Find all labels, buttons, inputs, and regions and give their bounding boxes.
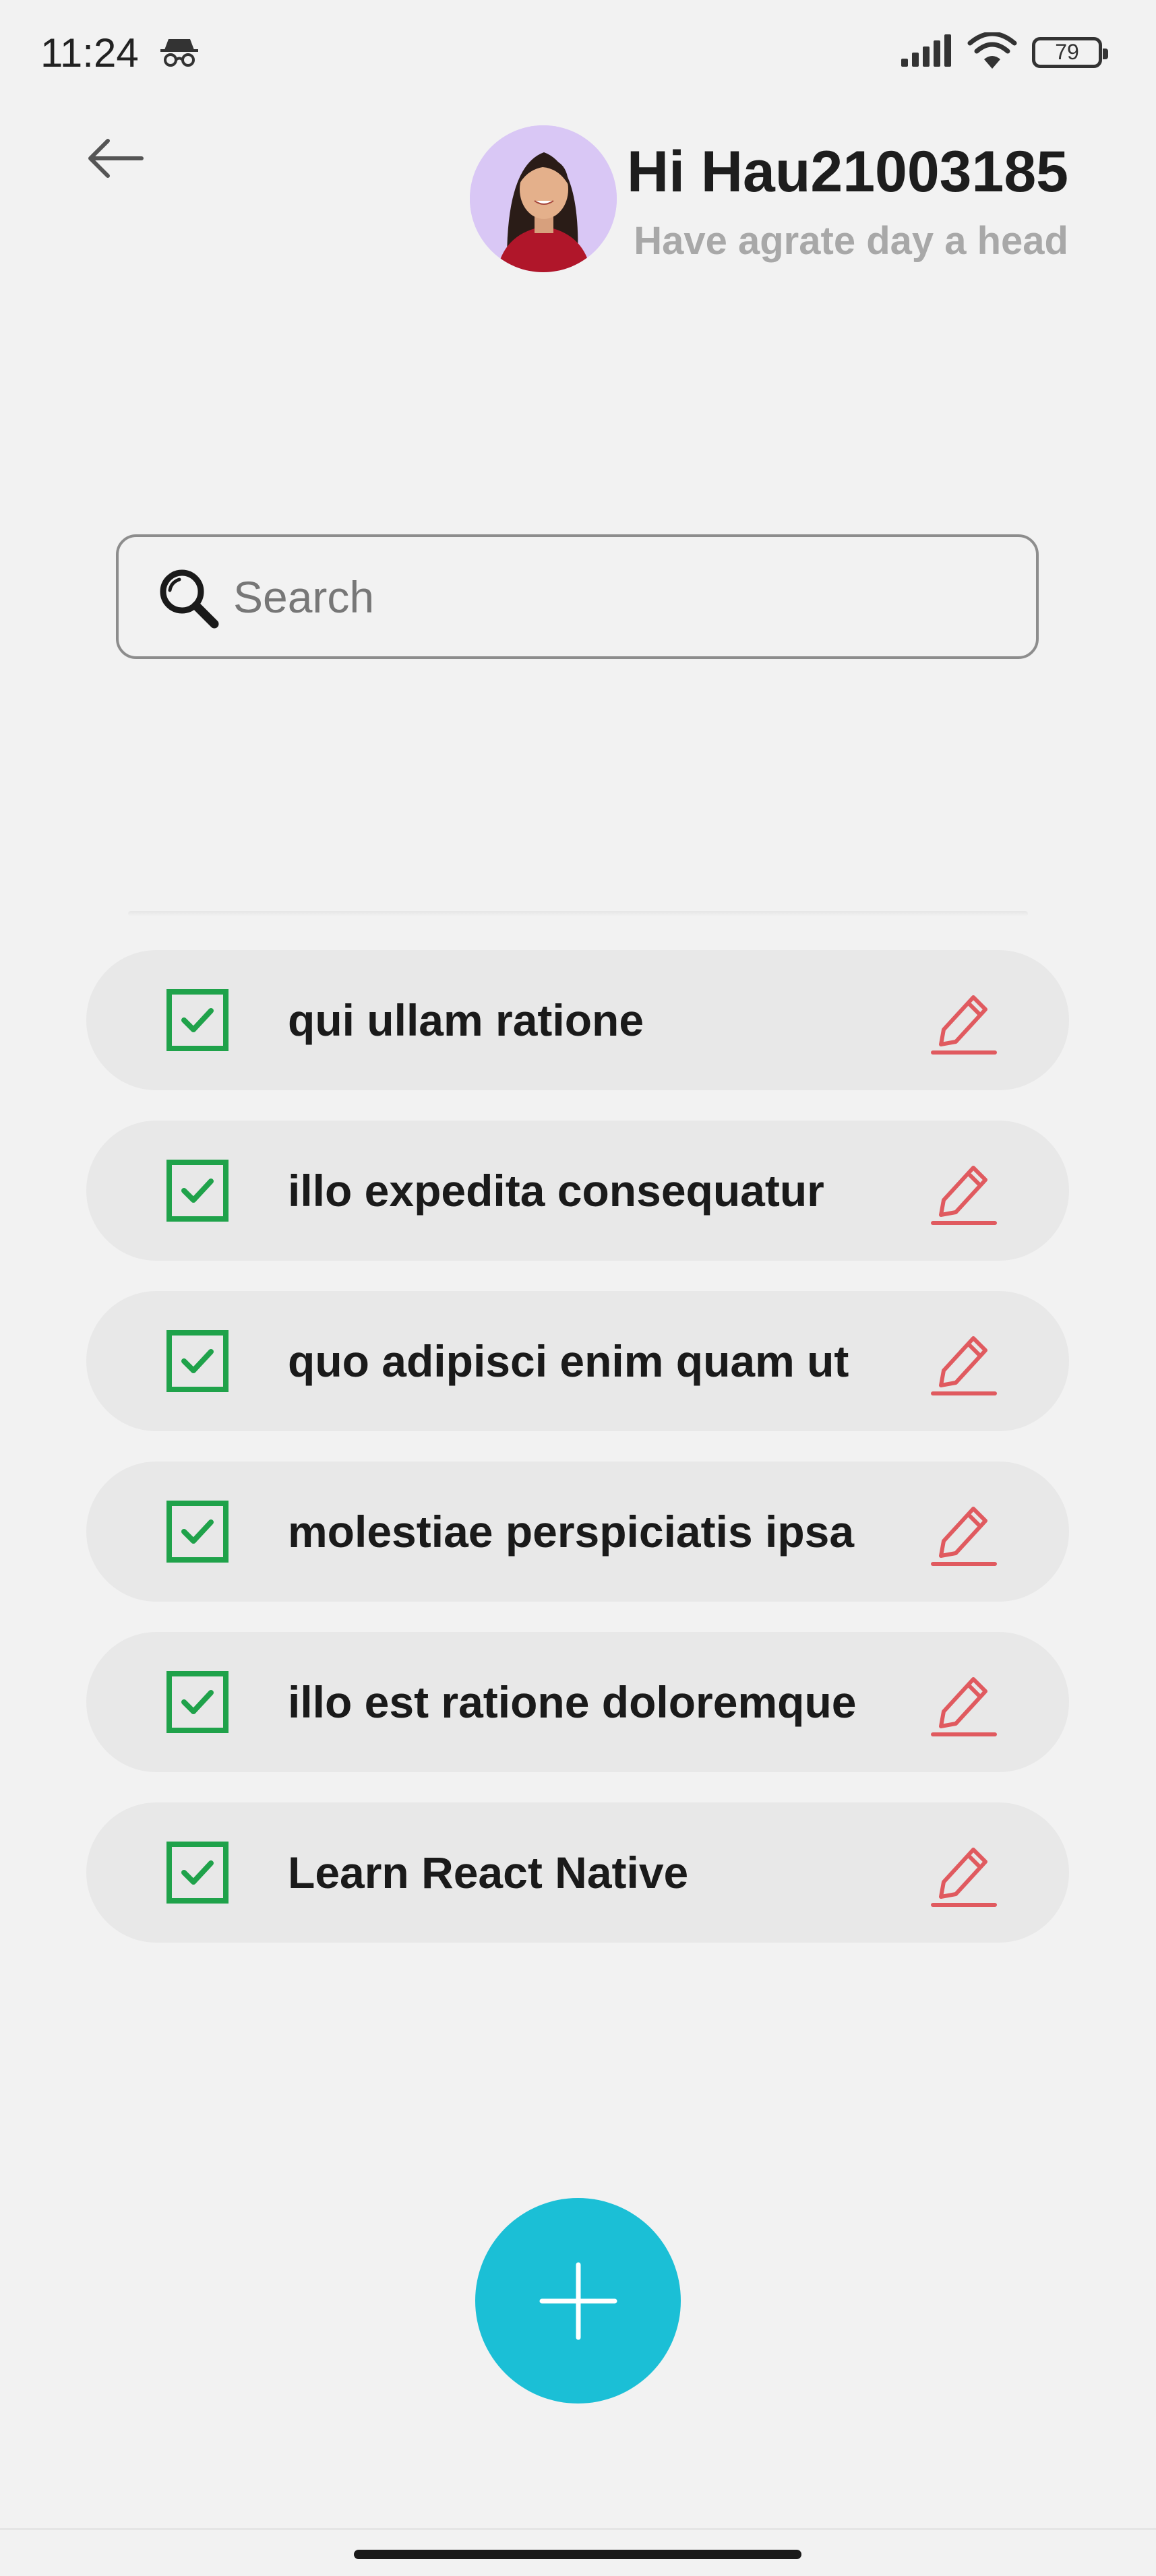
todo-label: illo est ratione doloremque	[288, 1677, 857, 1727]
list-item[interactable]: illo expedita consequatur	[86, 1121, 1069, 1261]
todo-label: molestiae perspiciatis ipsa	[288, 1507, 855, 1557]
edit-pencil-icon[interactable]	[929, 1494, 999, 1568]
todo-label: quo adipisci enim quam ut	[288, 1336, 849, 1386]
checkbox-checked-icon[interactable]	[164, 1157, 231, 1224]
edit-pencil-icon[interactable]	[929, 1323, 999, 1397]
todo-label: Learn React Native	[288, 1848, 689, 1897]
list-item[interactable]: molestiae perspiciatis ipsa	[86, 1462, 1069, 1602]
status-time: 11:24	[40, 30, 139, 75]
list-item[interactable]: qui ullam ratione	[86, 950, 1069, 1090]
battery-icon: 79	[1032, 36, 1108, 68]
home-indicator[interactable]	[354, 2550, 801, 2559]
add-todo-button[interactable]	[475, 2198, 681, 2404]
bottom-divider	[0, 2528, 1156, 2530]
checkbox-checked-icon[interactable]	[164, 1327, 231, 1395]
checkbox-checked-icon[interactable]	[164, 1498, 231, 1565]
checkbox-checked-icon[interactable]	[164, 1668, 231, 1736]
back-button[interactable]	[85, 128, 152, 189]
greeting-subtitle: Have agrate day a head	[634, 219, 1068, 263]
todo-label: illo expedita consequatur	[288, 1166, 824, 1216]
signal-icon	[901, 34, 952, 70]
list-item[interactable]: Learn React Native	[86, 1802, 1069, 1943]
list-item[interactable]: quo adipisci enim quam ut	[86, 1291, 1069, 1431]
todo-list: qui ullam ratione illo expedita consequa…	[86, 950, 1069, 1973]
edit-pencil-icon[interactable]	[929, 982, 999, 1057]
list-top-divider	[128, 911, 1028, 916]
todo-label: qui ullam ratione	[288, 995, 644, 1045]
search-box[interactable]	[116, 534, 1039, 659]
edit-pencil-icon[interactable]	[929, 1153, 999, 1227]
status-bar: 11:24 79	[0, 0, 1156, 108]
search-input[interactable]	[232, 570, 976, 623]
search-icon	[160, 569, 219, 628]
edit-pencil-icon[interactable]	[929, 1835, 999, 1909]
wifi-icon	[967, 31, 1017, 72]
battery-level: 79	[1055, 40, 1079, 64]
checkbox-checked-icon[interactable]	[164, 1839, 231, 1906]
plus-icon	[539, 2262, 617, 2339]
arrow-left-icon	[88, 139, 144, 178]
edit-pencil-icon[interactable]	[929, 1664, 999, 1738]
greeting-title: Hi Hau21003185	[627, 139, 1068, 204]
list-item[interactable]: illo est ratione doloremque	[86, 1632, 1069, 1772]
avatar	[470, 125, 617, 272]
greeting: Hi Hau21003185 Have agrate day a head	[627, 138, 1068, 265]
checkbox-checked-icon[interactable]	[164, 986, 231, 1054]
incognito-icon	[160, 36, 198, 71]
